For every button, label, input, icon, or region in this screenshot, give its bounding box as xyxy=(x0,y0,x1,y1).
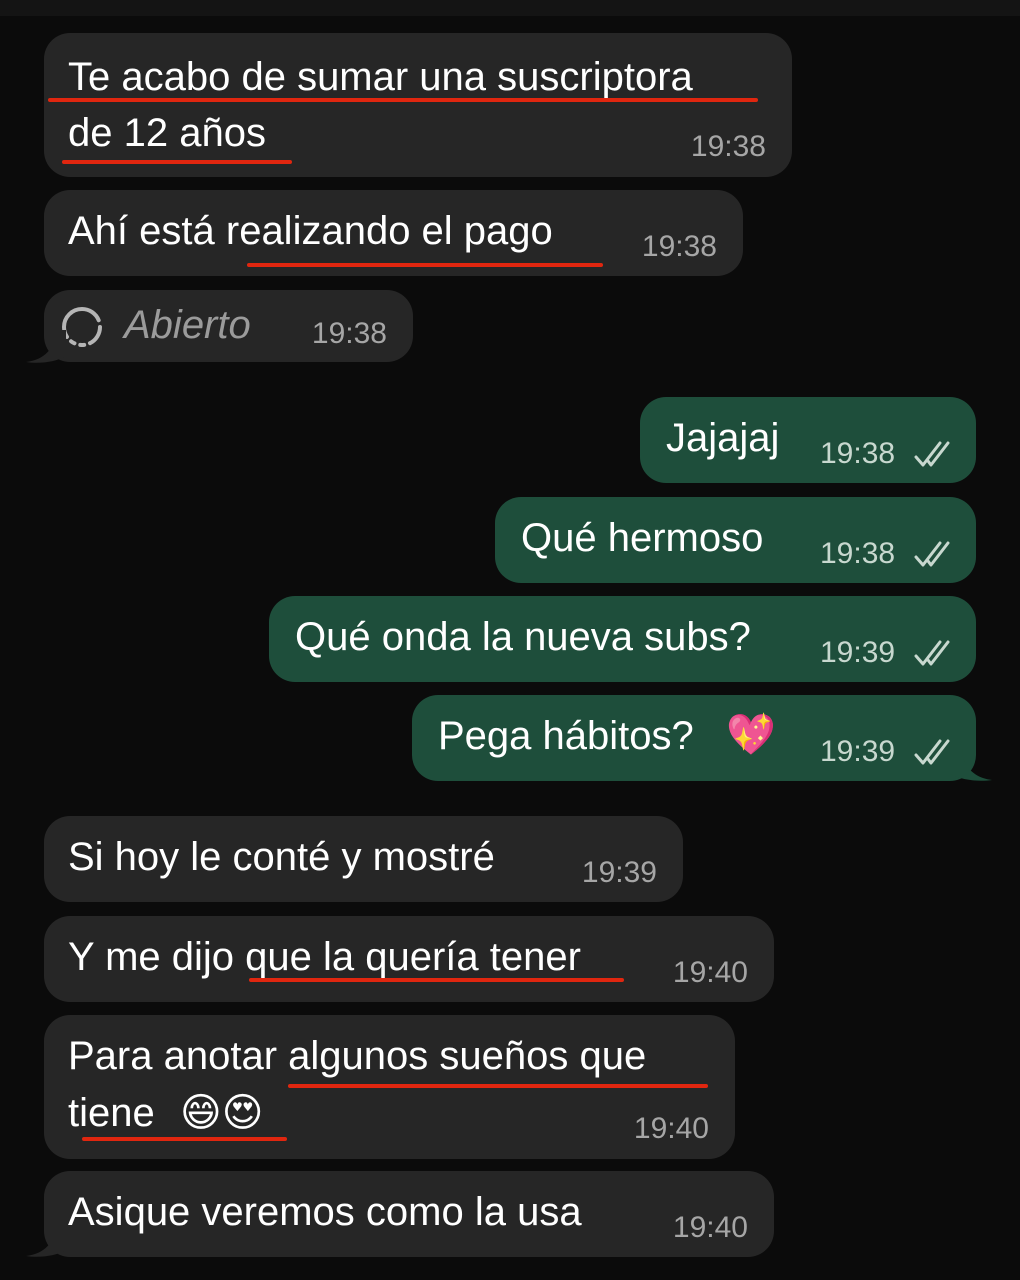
message-text: de 12 años xyxy=(68,111,266,155)
message-bubble-outgoing[interactable]: Pega hábitos? 💖 19:39 xyxy=(412,695,976,781)
red-underline xyxy=(48,98,758,102)
message-bubble-incoming[interactable]: Y me dijo que la quería tener 19:40 xyxy=(44,916,774,1002)
message-bubble-incoming[interactable]: Para anotar algunos sueños que tiene 😄😍 … xyxy=(44,1015,735,1159)
bubble-tail xyxy=(26,1224,66,1257)
message-text: Qué onda la nueva subs? xyxy=(295,615,751,659)
message-text: tiene xyxy=(68,1091,155,1135)
smiling-emojis: 😄😍 xyxy=(180,1090,264,1136)
message-text: Jajajaj xyxy=(666,416,780,460)
message-text: Qué hermoso xyxy=(521,516,764,560)
read-double-check-icon xyxy=(914,739,950,765)
bubble-tail xyxy=(26,330,66,363)
message-bubble-incoming[interactable]: Ahí está realizando el pago 19:38 xyxy=(44,190,743,276)
message-timestamp: 19:38 xyxy=(690,130,766,163)
red-underline xyxy=(288,1084,708,1088)
message-timestamp: 19:39 xyxy=(820,636,896,669)
message-text: Abierto xyxy=(124,303,251,347)
message-timestamp: 19:39 xyxy=(581,856,657,889)
red-underline xyxy=(249,978,624,982)
read-double-check-icon xyxy=(914,441,950,467)
message-text: Pega hábitos? xyxy=(438,714,694,758)
message-text: Para anotar algunos sueños que xyxy=(68,1034,647,1078)
message-bubble-outgoing[interactable]: Jajajaj 19:38 xyxy=(640,397,976,483)
red-underline xyxy=(247,263,603,267)
message-bubble-incoming[interactable]: Asique veremos como la usa 19:40 xyxy=(44,1171,774,1257)
top-bar xyxy=(0,0,1020,16)
message-timestamp: 19:40 xyxy=(633,1112,709,1145)
message-bubble-outgoing[interactable]: Qué hermoso 19:38 xyxy=(495,497,976,583)
read-double-check-icon xyxy=(914,640,950,666)
message-bubble-outgoing[interactable]: Qué onda la nueva subs? 19:39 xyxy=(269,596,976,682)
read-double-check-icon xyxy=(914,541,950,567)
message-timestamp: 19:38 xyxy=(820,537,896,570)
message-text: Ahí está realizando el pago xyxy=(68,209,553,253)
red-underline xyxy=(82,1137,287,1141)
message-text: Si hoy le conté y mostré xyxy=(68,835,495,879)
sparkling-heart-emoji: 💖 xyxy=(726,712,776,758)
message-bubble-incoming[interactable]: Te acabo de sumar una suscriptora de 12 … xyxy=(44,33,792,177)
message-text: Asique veremos como la usa xyxy=(68,1190,582,1234)
message-timestamp: 19:39 xyxy=(820,735,896,768)
message-timestamp: 19:40 xyxy=(672,956,748,989)
message-timestamp: 19:38 xyxy=(641,230,717,263)
message-timestamp: 19:38 xyxy=(311,317,387,350)
view-once-icon xyxy=(60,305,104,349)
red-underline xyxy=(62,160,292,164)
message-bubble-incoming[interactable]: Si hoy le conté y mostré 19:39 xyxy=(44,816,683,902)
message-timestamp: 19:40 xyxy=(672,1211,748,1244)
message-bubble-incoming[interactable]: Abierto 19:38 xyxy=(44,290,413,362)
message-timestamp: 19:38 xyxy=(820,437,896,470)
bubble-tail xyxy=(950,748,992,781)
